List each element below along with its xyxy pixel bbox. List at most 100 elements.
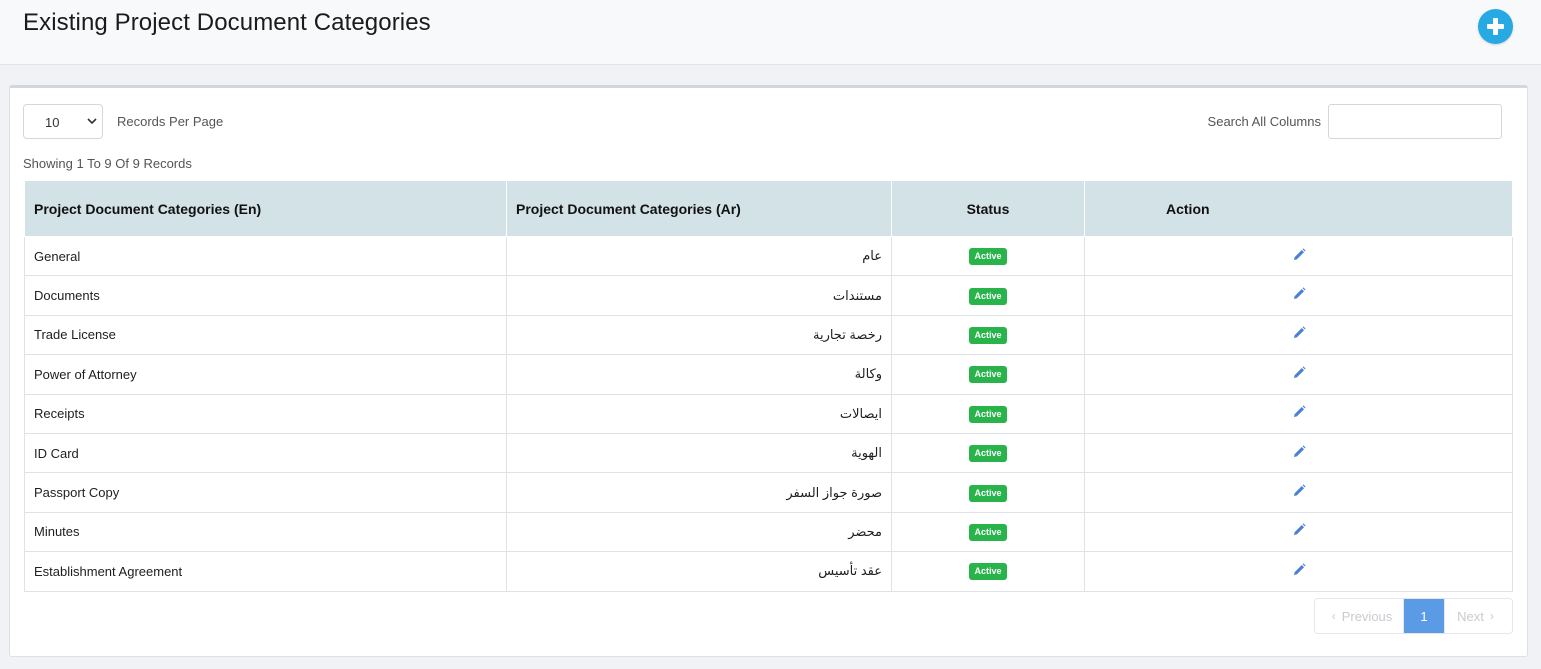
table-row: Receipts ايصالات Active	[24, 393, 1513, 434]
pencil-icon[interactable]	[1292, 484, 1306, 498]
search-label: Search All Columns	[1207, 114, 1321, 129]
category-ar-cell: الهوية	[506, 432, 892, 474]
status-badge: Active	[969, 445, 1007, 463]
pencil-icon[interactable]	[1292, 248, 1306, 262]
status-cell: Active	[891, 393, 1085, 434]
category-ar: محضر	[848, 523, 882, 539]
column-header-ar[interactable]: Project Document Categories (Ar)	[506, 180, 892, 237]
categories-table: Project Document Categories (En) Project…	[24, 180, 1513, 592]
chevron-left-icon: ‹	[1331, 609, 1336, 623]
previous-label: Previous	[1341, 608, 1393, 624]
column-header-status[interactable]: Status	[891, 180, 1085, 237]
category-en: Receipts	[34, 406, 85, 422]
pencil-icon[interactable]	[1292, 366, 1306, 380]
previous-page-button[interactable]: ‹ Previous	[1315, 599, 1404, 633]
category-en-cell: Power of Attorney	[24, 354, 507, 395]
action-cell	[1084, 551, 1513, 592]
table-row: Trade License رخصة تجارية Active	[24, 314, 1513, 356]
chevron-down-icon	[87, 118, 97, 125]
records-per-page-value: 10	[45, 115, 60, 130]
category-en: Passport Copy	[34, 485, 120, 501]
status-cell: Active	[891, 314, 1085, 356]
category-en-cell: Passport Copy	[24, 472, 507, 513]
table-row: Power of Attorney وكالة Active	[24, 354, 1513, 395]
category-ar: وكالة	[854, 366, 882, 382]
chevron-right-icon: ›	[1489, 609, 1494, 623]
status-badge: Active	[969, 523, 1007, 541]
category-en: Documents	[34, 288, 100, 304]
category-en: General	[34, 248, 81, 264]
category-en-cell: Establishment Agreement	[24, 551, 507, 592]
table-row: Establishment Agreement عقد تأسيس Active	[24, 551, 1513, 592]
category-ar-cell: ايصالات	[506, 393, 892, 434]
table-header-row: Project Document Categories (En) Project…	[24, 180, 1513, 237]
page-title: Existing Project Document Categories	[23, 9, 431, 36]
category-ar-cell: عقد تأسيس	[506, 551, 892, 592]
status-cell: Active	[891, 235, 1085, 277]
page-header: Existing Project Document Categories	[0, 0, 1541, 65]
status-badge: Active	[969, 563, 1007, 581]
category-ar: مستندات	[832, 287, 882, 303]
table-row: Minutes محضر Active	[24, 511, 1513, 553]
status-cell: Active	[891, 511, 1085, 553]
action-cell	[1084, 354, 1513, 395]
status-badge: Active	[969, 326, 1007, 344]
pagination: ‹ Previous 1 Next ›	[1314, 598, 1513, 634]
action-cell	[1084, 275, 1513, 316]
table-row: General عام Active	[24, 235, 1513, 277]
column-header-action[interactable]: Action	[1084, 180, 1513, 237]
pencil-icon[interactable]	[1292, 563, 1306, 577]
pencil-icon[interactable]	[1292, 287, 1306, 301]
status-cell: Active	[891, 354, 1085, 395]
records-per-page-label: Records Per Page	[117, 114, 224, 129]
column-header-en[interactable]: Project Document Categories (En)	[24, 180, 507, 237]
add-category-button[interactable]	[1478, 9, 1513, 44]
action-cell	[1084, 511, 1513, 553]
status-badge: Active	[969, 366, 1007, 384]
category-ar: عقد تأسيس	[818, 563, 882, 579]
category-ar: الهوية	[851, 445, 882, 461]
status-cell: Active	[891, 275, 1085, 316]
plus-icon	[1487, 18, 1504, 35]
action-cell	[1084, 472, 1513, 513]
showing-records-text: Showing 1 To 9 Of 9 Records	[23, 156, 192, 171]
category-en-cell: Trade License	[24, 314, 507, 356]
page-1-button[interactable]: 1	[1404, 599, 1444, 633]
category-en-cell: Minutes	[24, 511, 507, 553]
pencil-icon[interactable]	[1292, 445, 1306, 459]
category-ar-cell: وكالة	[506, 354, 892, 395]
category-ar: صورة جواز السفر	[786, 484, 882, 500]
category-en: ID Card	[34, 445, 79, 461]
status-cell: Active	[891, 472, 1085, 513]
categories-card: 10 Records Per Page Search All Columns S…	[9, 85, 1528, 657]
pencil-icon[interactable]	[1292, 326, 1306, 340]
action-cell	[1084, 314, 1513, 356]
status-badge: Active	[969, 405, 1007, 423]
category-en-cell: Documents	[24, 275, 507, 316]
category-en: Trade License	[34, 327, 116, 343]
table-row: Documents مستندات Active	[24, 275, 1513, 316]
records-per-page-select[interactable]: 10	[23, 104, 103, 139]
pencil-icon[interactable]	[1292, 523, 1306, 537]
status-cell: Active	[891, 432, 1085, 474]
category-ar: رخصة تجارية	[812, 326, 882, 342]
table-row: ID Card الهوية Active	[24, 432, 1513, 474]
category-ar-cell: صورة جواز السفر	[506, 472, 892, 513]
status-badge: Active	[969, 484, 1007, 502]
action-cell	[1084, 235, 1513, 277]
status-badge: Active	[969, 287, 1007, 305]
category-ar: ايصالات	[839, 405, 882, 421]
action-cell	[1084, 393, 1513, 434]
pencil-icon[interactable]	[1292, 405, 1306, 419]
category-en-cell: General	[24, 235, 507, 277]
category-en-cell: ID Card	[24, 432, 507, 474]
status-badge: Active	[969, 248, 1007, 266]
category-ar-cell: محضر	[506, 511, 892, 553]
search-input[interactable]	[1328, 104, 1502, 139]
category-en: Power of Attorney	[34, 366, 137, 382]
category-ar-cell: مستندات	[506, 275, 892, 316]
category-ar-cell: عام	[506, 235, 892, 277]
category-en-cell: Receipts	[24, 393, 507, 434]
next-page-button[interactable]: Next ›	[1444, 599, 1512, 633]
category-ar-cell: رخصة تجارية	[506, 314, 892, 356]
